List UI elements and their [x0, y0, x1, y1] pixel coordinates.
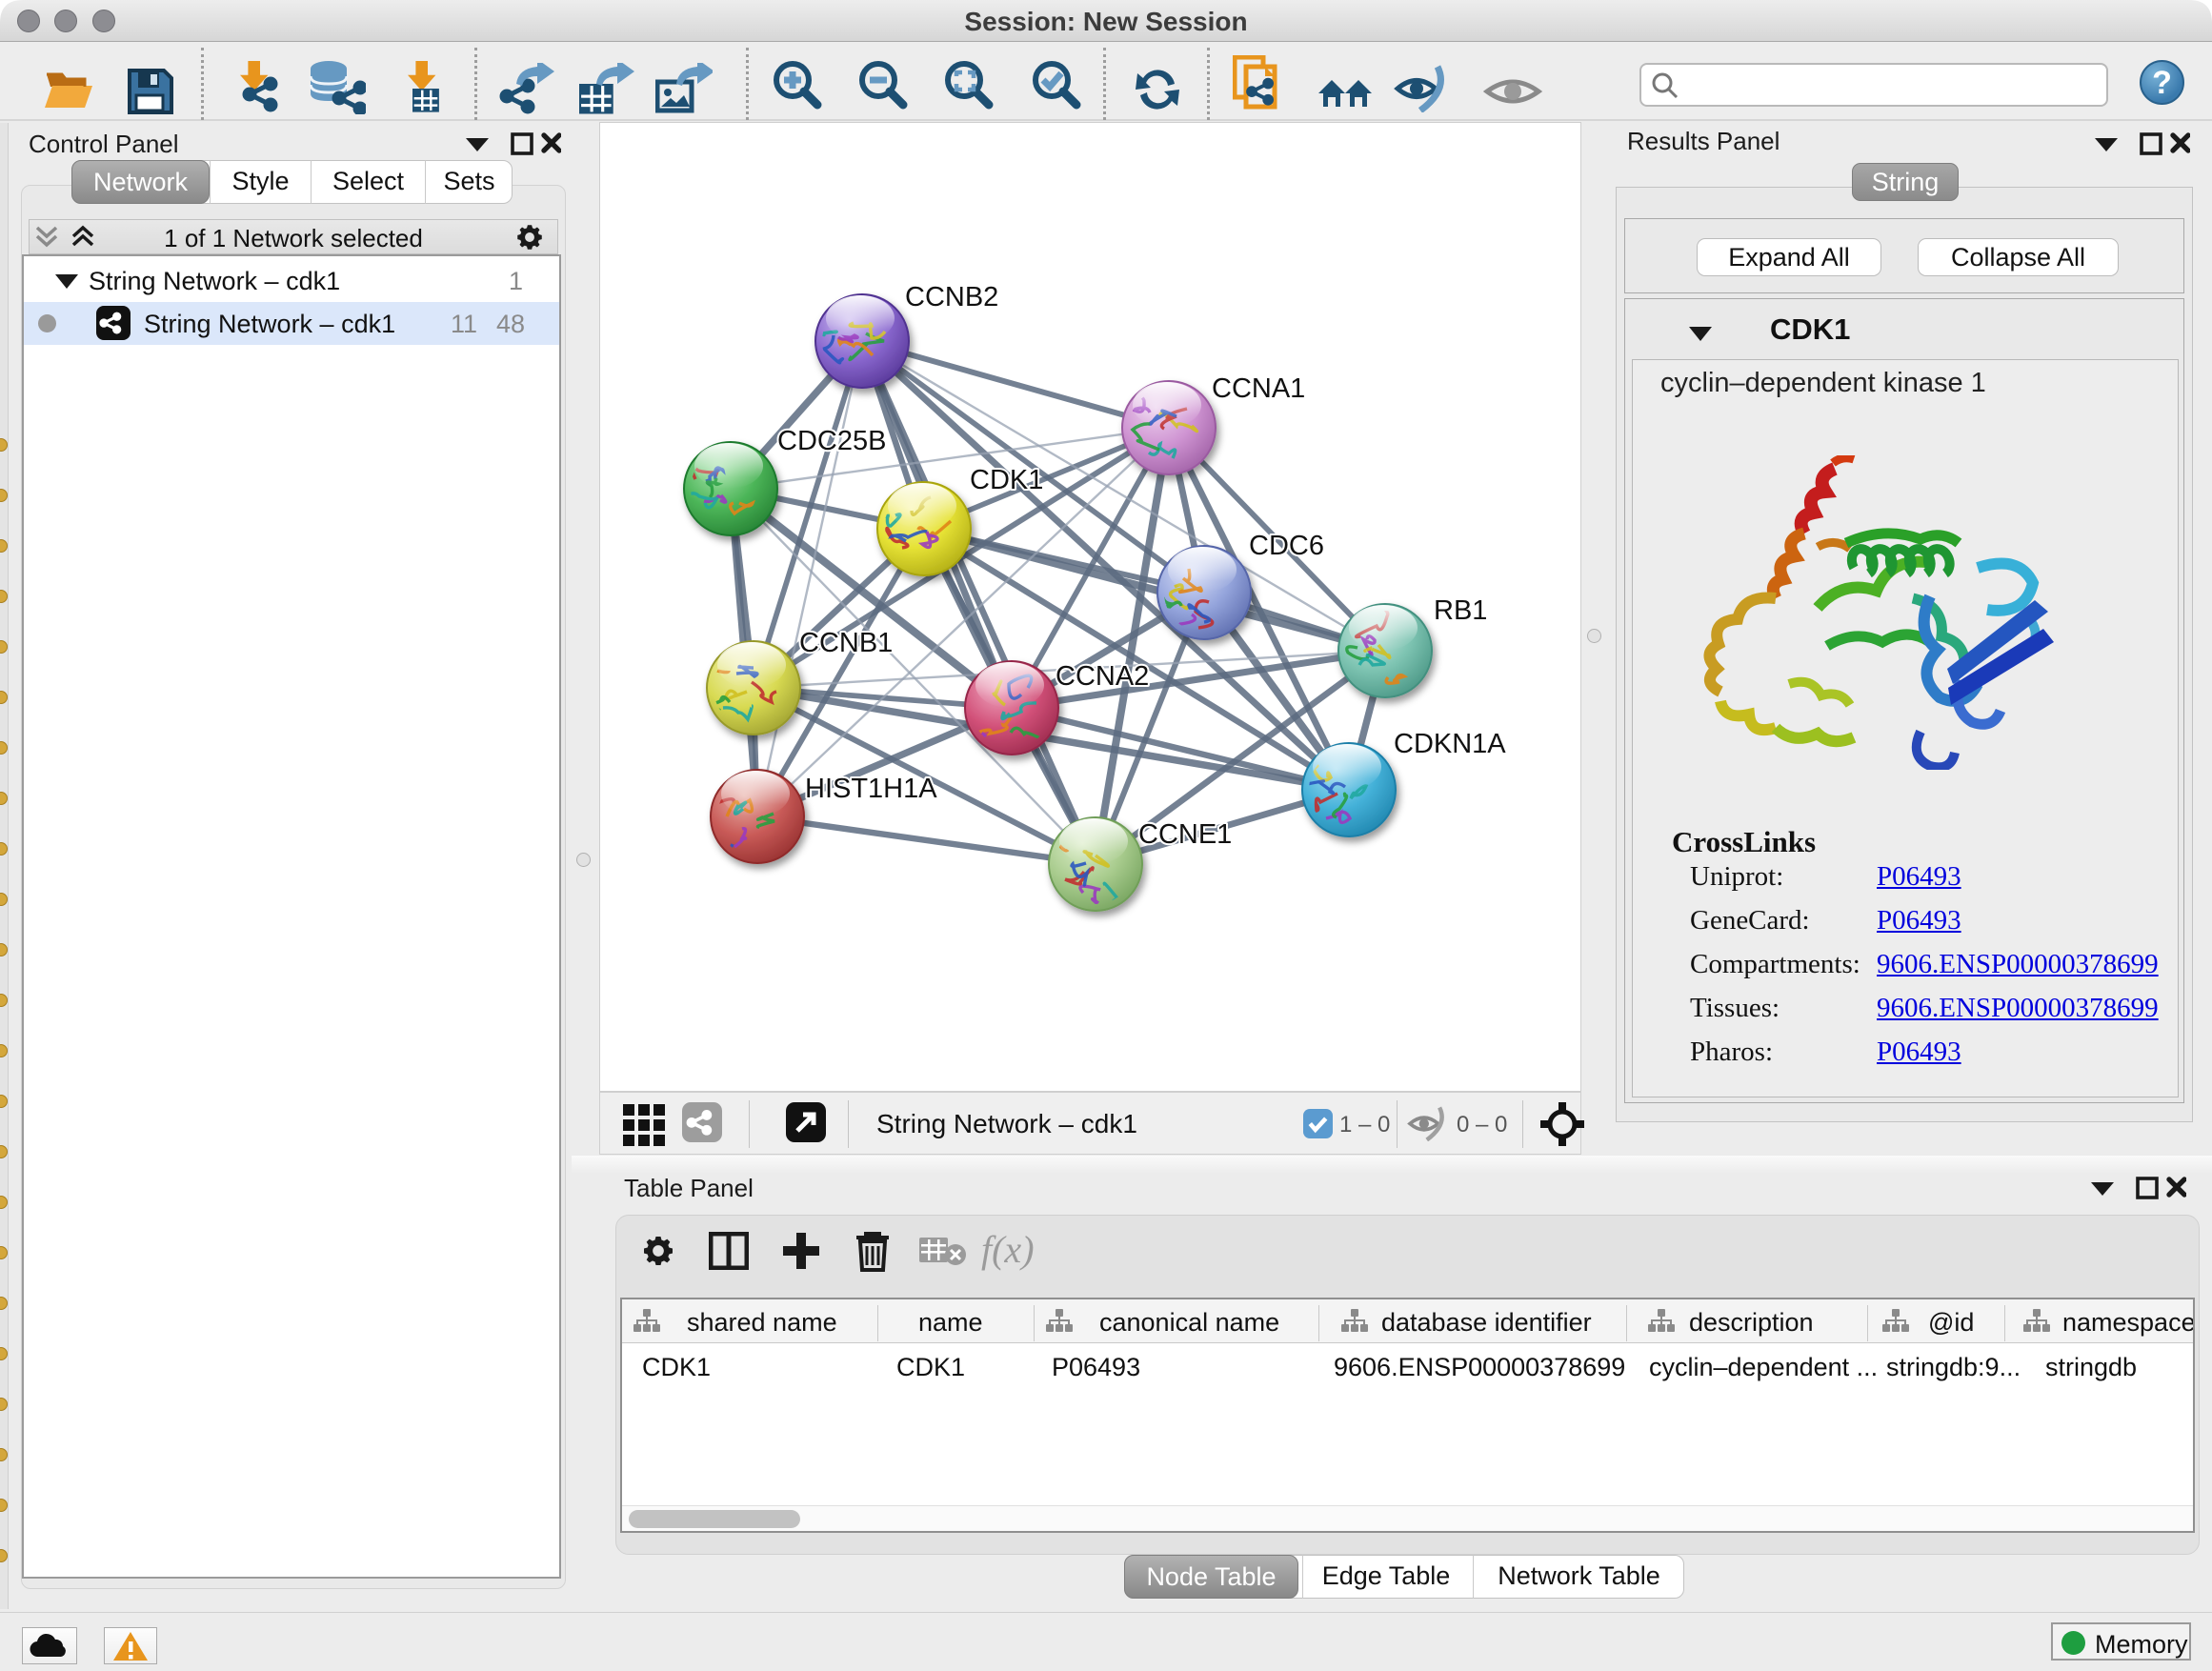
svg-text:CCNE1: CCNE1: [1138, 819, 1232, 850]
svg-text:CDK1: CDK1: [970, 465, 1043, 495]
svg-text:HIST1H1A: HIST1H1A: [805, 774, 937, 804]
svg-text:CCNB1: CCNB1: [799, 628, 893, 658]
svg-text:RB1: RB1: [1434, 595, 1487, 626]
svg-text:CCNB2: CCNB2: [905, 282, 998, 312]
svg-text:CCNA2: CCNA2: [1056, 661, 1149, 692]
svg-text:CDKN1A: CDKN1A: [1394, 729, 1506, 759]
svg-text:CDC6: CDC6: [1249, 531, 1324, 561]
svg-text:CCNA1: CCNA1: [1212, 373, 1305, 404]
svg-text:CDC25B: CDC25B: [777, 426, 886, 456]
